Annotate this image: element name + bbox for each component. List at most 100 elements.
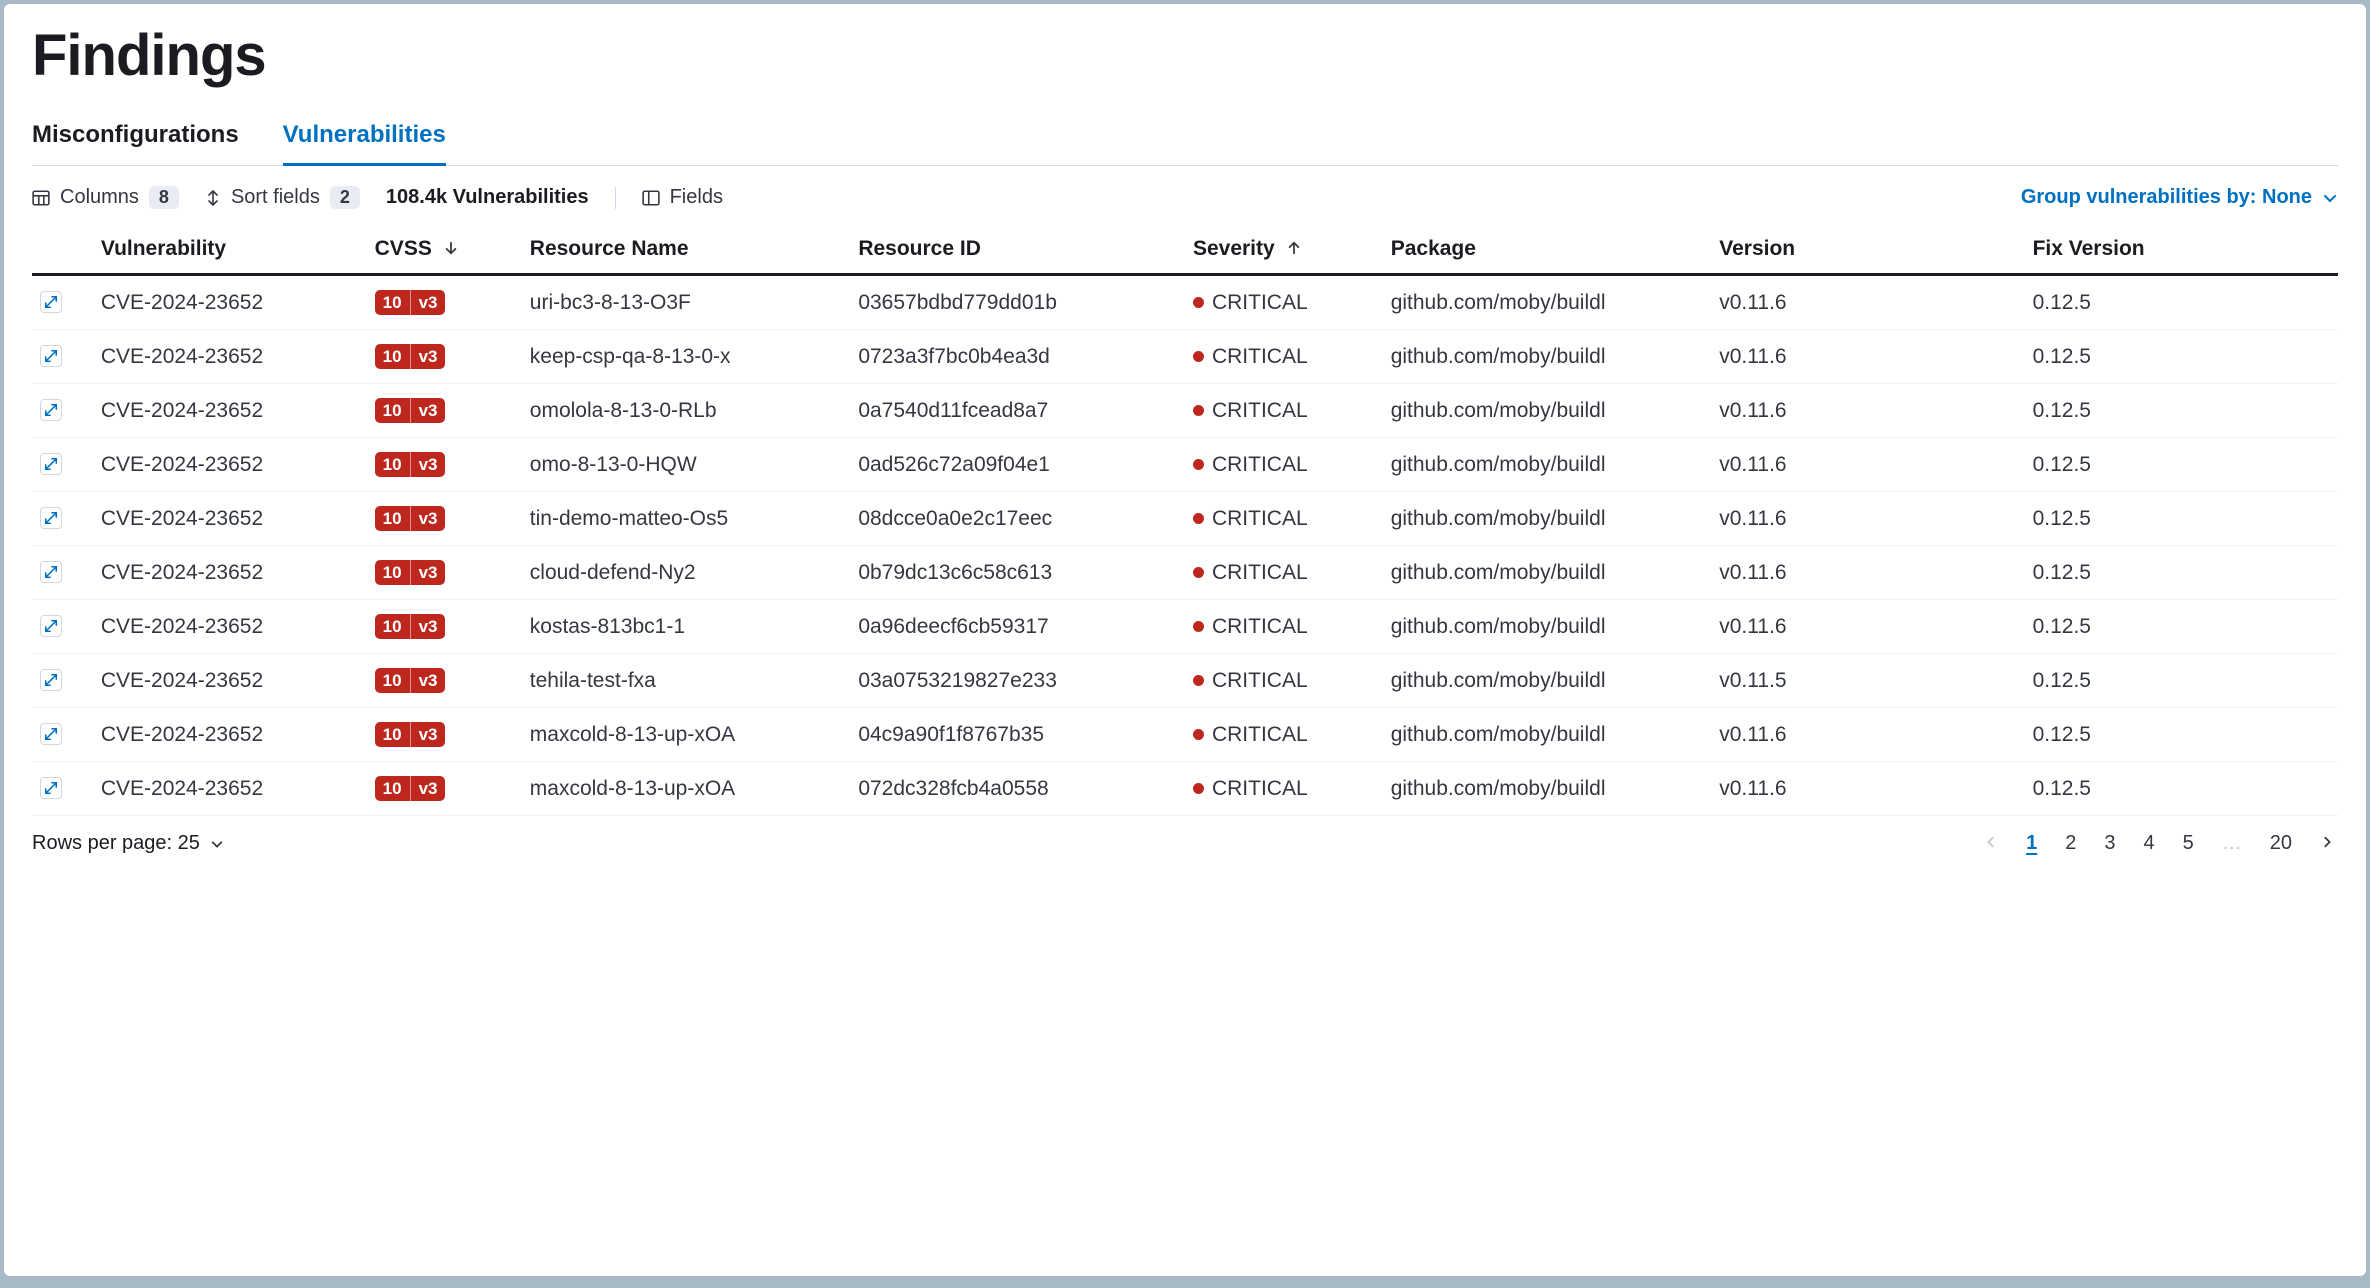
severity-dot-icon bbox=[1193, 783, 1204, 794]
expand-row-button[interactable] bbox=[40, 453, 62, 475]
cell-fix-version: 0.12.5 bbox=[2025, 654, 2338, 708]
cell-cvss: 10v3 bbox=[367, 492, 522, 546]
cell-vulnerability: CVE-2024-23652 bbox=[93, 384, 367, 438]
cell-fix-version: 0.12.5 bbox=[2025, 762, 2338, 816]
expand-row-button[interactable] bbox=[40, 615, 62, 637]
cell-vulnerability: CVE-2024-23652 bbox=[93, 546, 367, 600]
cell-severity: CRITICAL bbox=[1185, 330, 1383, 384]
table-row[interactable]: CVE-2024-2365210v3uri-bc3-8-13-O3F03657b… bbox=[32, 275, 2338, 330]
sort-button[interactable]: Sort fields 2 bbox=[205, 186, 360, 209]
sort-count-badge: 2 bbox=[330, 186, 360, 209]
cell-version: v0.11.6 bbox=[1711, 438, 2024, 492]
toolbar: Columns 8 Sort fields 2 108.4k Vulnerabi… bbox=[32, 186, 2338, 209]
table-row[interactable]: CVE-2024-2365210v3maxcold-8-13-up-xOA072… bbox=[32, 762, 2338, 816]
rows-per-page[interactable]: Rows per page: 25 bbox=[32, 832, 224, 855]
table-row[interactable]: CVE-2024-2365210v3keep-csp-qa-8-13-0-x07… bbox=[32, 330, 2338, 384]
table-row[interactable]: CVE-2024-2365210v3omo-8-13-0-HQW0ad526c7… bbox=[32, 438, 2338, 492]
cell-fix-version: 0.12.5 bbox=[2025, 708, 2338, 762]
cell-package: github.com/moby/buildl bbox=[1383, 384, 1712, 438]
cell-vulnerability: CVE-2024-23652 bbox=[93, 330, 367, 384]
cell-package: github.com/moby/buildl bbox=[1383, 492, 1712, 546]
cell-version: v0.11.5 bbox=[1711, 654, 2024, 708]
sort-asc-icon bbox=[1287, 237, 1301, 260]
cell-resource-name: maxcold-8-13-up-xOA bbox=[522, 762, 851, 816]
cell-fix-version: 0.12.5 bbox=[2025, 492, 2338, 546]
cell-severity: CRITICAL bbox=[1185, 654, 1383, 708]
next-page-button[interactable] bbox=[2316, 830, 2338, 857]
cell-severity: CRITICAL bbox=[1185, 492, 1383, 546]
column-resource-id[interactable]: Resource ID bbox=[850, 227, 1185, 275]
sort-label: Sort fields bbox=[231, 186, 320, 209]
prev-page-button[interactable] bbox=[1980, 830, 2002, 857]
column-fix-version[interactable]: Fix Version bbox=[2025, 227, 2338, 275]
cell-version: v0.11.6 bbox=[1711, 492, 2024, 546]
cell-resource-name: cloud-defend-Ny2 bbox=[522, 546, 851, 600]
table-row[interactable]: CVE-2024-2365210v3tin-demo-matteo-Os508d… bbox=[32, 492, 2338, 546]
table-row[interactable]: CVE-2024-2365210v3tehila-test-fxa03a0753… bbox=[32, 654, 2338, 708]
expand-row-button[interactable] bbox=[40, 291, 62, 313]
page-button[interactable]: 5 bbox=[2179, 830, 2198, 857]
fields-button[interactable]: Fields bbox=[642, 186, 723, 209]
expand-row-button[interactable] bbox=[40, 345, 62, 367]
groupby-label: Group vulnerabilities by: None bbox=[2021, 186, 2312, 209]
tab-vulnerabilities[interactable]: Vulnerabilities bbox=[283, 113, 446, 166]
expand-row-button[interactable] bbox=[40, 507, 62, 529]
cell-version: v0.11.6 bbox=[1711, 275, 2024, 330]
cell-resource-name: keep-csp-qa-8-13-0-x bbox=[522, 330, 851, 384]
table-row[interactable]: CVE-2024-2365210v3maxcold-8-13-up-xOA04c… bbox=[32, 708, 2338, 762]
cell-severity: CRITICAL bbox=[1185, 600, 1383, 654]
column-version[interactable]: Version bbox=[1711, 227, 2024, 275]
expand-row-button[interactable] bbox=[40, 399, 62, 421]
vulnerabilities-table: Vulnerability CVSS Resource Name Resourc… bbox=[32, 227, 2338, 816]
columns-count-badge: 8 bbox=[149, 186, 179, 209]
cvss-badge: 10v3 bbox=[375, 398, 446, 423]
column-cvss[interactable]: CVSS bbox=[367, 227, 522, 275]
cell-severity: CRITICAL bbox=[1185, 762, 1383, 816]
cell-cvss: 10v3 bbox=[367, 600, 522, 654]
expand-row-button[interactable] bbox=[40, 777, 62, 799]
cell-severity: CRITICAL bbox=[1185, 708, 1383, 762]
table-row[interactable]: CVE-2024-2365210v3omolola-8-13-0-RLb0a75… bbox=[32, 384, 2338, 438]
table-header-row: Vulnerability CVSS Resource Name Resourc… bbox=[32, 227, 2338, 275]
cell-cvss: 10v3 bbox=[367, 330, 522, 384]
page-button[interactable]: 4 bbox=[2140, 830, 2159, 857]
column-vulnerability[interactable]: Vulnerability bbox=[93, 227, 367, 275]
page-button[interactable]: 3 bbox=[2100, 830, 2119, 857]
severity-dot-icon bbox=[1193, 297, 1204, 308]
column-package[interactable]: Package bbox=[1383, 227, 1712, 275]
column-resource-name[interactable]: Resource Name bbox=[522, 227, 851, 275]
cvss-badge: 10v3 bbox=[375, 290, 446, 315]
table-row[interactable]: CVE-2024-23652 10v3 cloud-defend-Ny20b79dc… bbox=[32, 546, 2338, 600]
cvss-badge: 10v3 bbox=[375, 506, 446, 531]
cell-resource-id: 0b79dc13c6c58c613 bbox=[850, 546, 1185, 600]
cell-severity: CRITICAL bbox=[1185, 546, 1383, 600]
column-severity[interactable]: Severity bbox=[1185, 227, 1383, 275]
cell-resource-id: 072dc328fcb4a0558 bbox=[850, 762, 1185, 816]
severity-dot-icon bbox=[1193, 351, 1204, 362]
cvss-badge: 10v3 bbox=[375, 722, 446, 747]
cell-resource-id: 03657bdbd779dd01b bbox=[850, 275, 1185, 330]
cell-package: github.com/moby/buildl bbox=[1383, 654, 1712, 708]
expand-row-button[interactable] bbox=[40, 561, 62, 583]
severity-dot-icon bbox=[1193, 675, 1204, 686]
expand-row-button[interactable] bbox=[40, 669, 62, 691]
groupby-button[interactable]: Group vulnerabilities by: None bbox=[2021, 186, 2338, 209]
expand-row-button[interactable] bbox=[40, 723, 62, 745]
cell-package: github.com/moby/buildl bbox=[1383, 546, 1712, 600]
columns-button[interactable]: Columns 8 bbox=[32, 186, 179, 209]
cell-fix-version: 0.12.5 bbox=[2025, 384, 2338, 438]
cell-version: v0.11.6 bbox=[1711, 708, 2024, 762]
page-button[interactable]: 2 bbox=[2061, 830, 2080, 857]
cell-package: github.com/moby/buildl bbox=[1383, 275, 1712, 330]
page-button[interactable]: 1 bbox=[2022, 830, 2041, 857]
sort-desc-icon bbox=[444, 237, 458, 260]
cell-package: github.com/moby/buildl bbox=[1383, 600, 1712, 654]
cell-vulnerability: CVE-2024-23652 bbox=[93, 492, 367, 546]
table-row[interactable]: CVE-2024-2365210v3kostas-813bc1-10a96dee… bbox=[32, 600, 2338, 654]
cvss-badge: 10v3 bbox=[375, 452, 446, 477]
tab-misconfigurations[interactable]: Misconfigurations bbox=[32, 113, 239, 166]
cell-package: github.com/moby/buildl bbox=[1383, 762, 1712, 816]
cvss-badge: 10v3 bbox=[375, 560, 446, 585]
cell-resource-id: 0a96deecf6cb59317 bbox=[850, 600, 1185, 654]
page-button[interactable]: 20 bbox=[2266, 830, 2296, 857]
